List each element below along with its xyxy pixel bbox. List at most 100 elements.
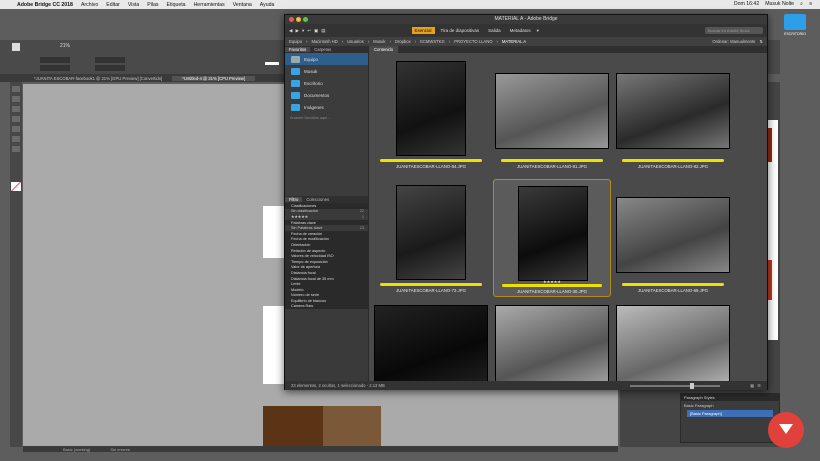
thumbnail[interactable]: JUANITAESCOBAR-LLANO-69.JPG — [614, 179, 732, 297]
filter-count: 22 — [359, 209, 364, 214]
id-frame-icon[interactable] — [12, 43, 20, 51]
y-field[interactable] — [40, 65, 70, 71]
menu-ayuda[interactable]: Ayuda — [260, 2, 275, 8]
preflight-profile[interactable]: Basic (working) — [63, 447, 90, 452]
type-tool-icon[interactable] — [12, 116, 20, 122]
photo-preview — [616, 197, 730, 273]
tab-contenido[interactable]: Contenido — [369, 46, 399, 53]
camera-icon[interactable]: ▣ — [314, 28, 318, 34]
zoom-tool-icon[interactable] — [12, 146, 20, 152]
fill-stroke-icon[interactable] — [11, 182, 21, 191]
favorite-item[interactable]: Escritorio — [285, 77, 368, 89]
computer-icon — [291, 55, 300, 63]
thumbnail[interactable]: JUANITAESCOBAR-LLANO-84.JPG — [372, 55, 490, 173]
slider-handle[interactable] — [690, 382, 695, 389]
back-icon[interactable]: ◀ — [289, 28, 292, 34]
crumb[interactable]: Equipo — [289, 39, 302, 44]
boomerang-icon[interactable]: ↩ — [307, 28, 311, 34]
close-icon[interactable] — [289, 17, 294, 22]
filter-label: Lente — [291, 282, 301, 287]
forward-icon[interactable]: ▶ — [295, 28, 298, 34]
menu-ventana[interactable]: Ventana — [233, 2, 252, 8]
desktop-folder[interactable]: ESCRITORIO — [780, 14, 810, 44]
thumbnail-filename: JUANITAESCOBAR-LLANO-82.JPG — [638, 164, 708, 169]
app-menu[interactable]: Adobe Bridge CC 2018 — [17, 2, 73, 8]
h-field[interactable] — [95, 65, 125, 71]
label-color-bar — [380, 159, 482, 162]
favorite-item[interactable]: Documentos — [285, 89, 368, 101]
selection-tool-icon[interactable] — [12, 86, 20, 92]
filter-label: Tiempo de exposición — [291, 259, 328, 264]
workspace-esencial[interactable]: Esencial — [411, 27, 435, 34]
tab-carpetas[interactable]: Carpetas — [310, 47, 335, 52]
thumbnail-filename: JUANITAESCOBAR-LLANO-30.JPG — [517, 289, 587, 294]
menu-pilas[interactable]: Pilas — [147, 2, 158, 8]
crumb[interactable]: Usuarios — [347, 39, 364, 44]
stroke-swatch[interactable] — [265, 62, 279, 65]
favorite-item[interactable]: Musuk — [285, 65, 368, 77]
x-field[interactable] — [40, 57, 70, 63]
refine-icon[interactable]: ▤ — [321, 28, 325, 34]
zoom-icon[interactable] — [303, 17, 308, 22]
thumbnail[interactable] — [614, 303, 732, 421]
list-view-icon[interactable]: ☰ — [757, 383, 761, 388]
crumb[interactable]: Musuk — [373, 39, 385, 44]
page-spread[interactable] — [263, 306, 285, 384]
menu-editar[interactable]: Editar — [106, 2, 120, 8]
tab-filtro[interactable]: Filtro — [285, 197, 303, 202]
tab-colecciones[interactable]: Colecciones — [302, 197, 333, 202]
favorites-hint: Arrastre favoritos aquí... — [290, 116, 331, 120]
page-spread[interactable] — [263, 206, 285, 258]
search-icon[interactable]: ⌕ — [800, 1, 803, 8]
tab-doc-2[interactable]: *Untitled-4 @ 21% [CPU Preview] — [172, 75, 256, 81]
menu-archivo[interactable]: Archivo — [81, 2, 98, 8]
thumbnail[interactable]: JUANITAESCOBAR-LLANO-82.JPG — [614, 55, 732, 173]
crumb-current[interactable]: MATERIAL A — [502, 39, 526, 44]
search-input[interactable]: Buscar en Adobe Stock — [705, 27, 763, 34]
left-tabs: Favoritos Carpetas — [285, 46, 368, 53]
w-field[interactable] — [95, 57, 125, 63]
rating-stars[interactable]: ★★★★★ — [494, 279, 610, 284]
filter-category[interactable]: Camera Raw — [285, 303, 368, 310]
thumbnail-filename: JUANITAESCOBAR-LLANO-81.JPG — [517, 164, 587, 169]
recent-icon[interactable]: ▾ — [302, 28, 304, 34]
grid-view-icon[interactable]: ▦ — [750, 383, 754, 388]
menu-vista[interactable]: Vista — [128, 2, 139, 8]
favorite-item[interactable]: Imágenes — [285, 101, 368, 113]
thumbnail-size-slider[interactable] — [630, 382, 721, 389]
thumbnail[interactable]: JUANITAESCOBAR-LLANO-73.JPG — [372, 179, 490, 297]
label-color-bar — [622, 283, 724, 286]
photo-preview — [616, 73, 730, 149]
workspace-output[interactable]: Salida — [485, 27, 504, 34]
workspace-filmstrip[interactable]: Tira de diapositivas — [438, 27, 483, 34]
crumb[interactable]: ECMWSTKG — [420, 39, 445, 44]
pen-tool-icon[interactable] — [12, 106, 20, 112]
sort-direction-icon[interactable]: ⇅ — [759, 39, 763, 44]
tab-doc-1[interactable]: *JUANITA ESCOBAR-facebook1 @ 21% [GPU Pr… — [24, 76, 172, 81]
minimize-icon[interactable] — [296, 17, 301, 22]
hand-tool-icon[interactable] — [12, 136, 20, 142]
sort-menu[interactable]: Ordenar: Manualmente — [712, 39, 755, 44]
zoom-level[interactable]: 21% — [60, 43, 70, 49]
workspace-metadata[interactable]: Metadatos — [507, 27, 534, 34]
thumbnail[interactable]: JUANITAESCOBAR-LLANO-81.JPG — [493, 55, 611, 173]
label-color-bar — [622, 159, 724, 162]
menu-list-icon[interactable]: ≡ — [809, 1, 812, 8]
favorite-item[interactable]: Equipo — [285, 53, 368, 65]
crumb[interactable]: Macintosh HD — [311, 39, 337, 44]
thumbnail[interactable] — [493, 303, 611, 421]
workspace-menu-icon[interactable]: ▾ — [537, 28, 539, 34]
crumb[interactable]: PROYECTO LLANO — [454, 39, 492, 44]
menu-etiqueta[interactable]: Etiqueta — [167, 2, 186, 8]
rectangle-tool-icon[interactable] — [12, 126, 20, 132]
crumb[interactable]: Dropbox — [395, 39, 411, 44]
menu-herramientas[interactable]: Herramientas — [194, 2, 225, 8]
user-name[interactable]: Musuk Nolte — [765, 1, 794, 8]
photo-preview — [396, 185, 466, 280]
clock[interactable]: Dom 16:42 — [734, 1, 759, 8]
thumbnail[interactable]: JUANITAESCOBAR-LLANO-30.JPG ★★★★★ — [493, 179, 611, 297]
filter-label: Orientación — [291, 242, 311, 247]
thumbnail[interactable] — [372, 303, 490, 421]
direct-selection-tool-icon[interactable] — [12, 96, 20, 102]
tab-favoritos[interactable]: Favoritos — [285, 47, 311, 52]
